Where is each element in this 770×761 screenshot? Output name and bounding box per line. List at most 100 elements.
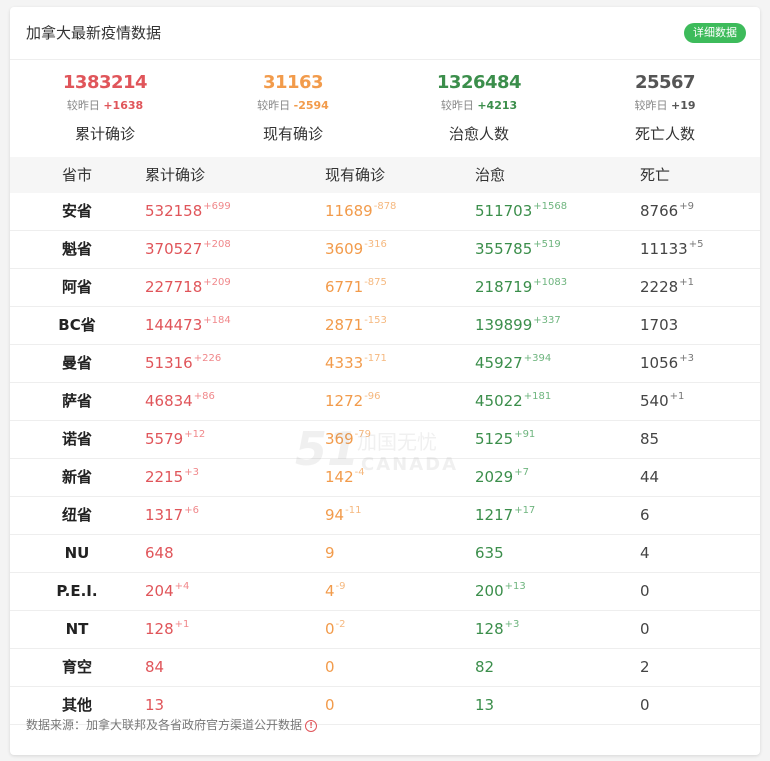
stat-delta-value: -2594 [293, 99, 329, 112]
table-row: 纽省 1317+6 94-11 1217+17 6 [10, 497, 760, 535]
dead-delta: +1 [669, 391, 685, 402]
dead-value: 44 [640, 468, 660, 486]
active-value: 0 [325, 658, 335, 676]
active-cell: 9 [325, 535, 336, 574]
total-delta: +4 [174, 581, 190, 592]
cured-cell: 139899+337 [475, 307, 561, 346]
dead-cell: 4 [640, 535, 651, 574]
cured-value: 82 [475, 658, 495, 676]
province-name: 安省 [61, 202, 92, 220]
cured-cell: 1217+17 [475, 497, 535, 536]
total-value: 370527 [145, 240, 203, 258]
total-cell: 2215+3 [145, 459, 199, 498]
cured-value: 139899 [475, 316, 533, 334]
total-cell: 1317+6 [145, 497, 199, 536]
info-icon[interactable]: ! [305, 719, 318, 732]
cured-delta: +337 [533, 315, 561, 326]
stat-delta-prefix: 较昨日 [440, 99, 474, 112]
total-value: 128 [145, 620, 174, 638]
stat-value: 1383214 [62, 72, 148, 93]
active-value: 94 [325, 506, 345, 524]
active-delta: -153 [364, 315, 387, 326]
table-row: NU 648 9 635 4 [10, 535, 760, 573]
total-value: 648 [145, 544, 174, 562]
dead-delta: +1 [679, 277, 694, 288]
card-header: 加拿大最新疫情数据 详细数据 [10, 7, 760, 60]
cured-delta: +181 [523, 391, 552, 402]
header-total: 累计确诊 [145, 166, 206, 184]
stat-3: 25567 较昨日 +19 死亡人数 [570, 71, 760, 144]
active-cell: 0-2 [325, 611, 346, 650]
total-value: 227718 [145, 278, 203, 296]
active-cell: 94-11 [325, 497, 361, 536]
province-name: 阿省 [61, 278, 92, 296]
cured-delta: +394 [523, 353, 552, 364]
total-delta: +699 [203, 201, 231, 212]
cured-value: 355785 [475, 240, 533, 258]
table-row: 萨省 46834+86 1272-96 45022+181 540+1 [10, 383, 760, 421]
table-row: 安省 532158+699 11689-878 511703+1568 8766+9 [10, 193, 760, 231]
cured-cell: 45927+394 [475, 345, 551, 384]
total-cell: 46834+86 [145, 383, 215, 422]
total-cell: 5579+12 [145, 421, 205, 460]
cured-value: 5125 [475, 430, 514, 448]
dead-cell: 44 [640, 459, 660, 498]
stat-value: 1326484 [436, 72, 522, 93]
total-delta: +12 [184, 429, 206, 440]
stat-delta-prefix: 较昨日 [257, 99, 291, 112]
dead-value: 1703 [640, 316, 679, 334]
dead-value: 85 [640, 430, 660, 448]
cured-value: 635 [475, 544, 504, 562]
cured-cell: 82 [475, 649, 495, 688]
dead-cell: 0 [640, 687, 651, 726]
total-cell: 648 [145, 535, 175, 574]
active-value: 4333 [325, 354, 364, 372]
active-cell: 4333-171 [325, 345, 387, 384]
stat-label: 现有确诊 [262, 125, 323, 143]
active-value: 1272 [325, 392, 364, 410]
active-cell: 0 [325, 687, 336, 726]
total-value: 84 [145, 658, 165, 676]
cured-cell: 128+3 [475, 611, 519, 650]
total-cell: 84 [145, 649, 165, 688]
cured-cell: 200+13 [475, 573, 526, 612]
table-row: P.E.I. 204+4 4-9 200+13 0 [10, 573, 760, 611]
dead-value: 6 [640, 506, 650, 524]
province-name: 诺省 [61, 430, 92, 448]
province-name: NT [65, 620, 89, 638]
total-delta: +226 [193, 353, 222, 364]
table-row: 诺省 5579+12 369-79 5125+91 85 [10, 421, 760, 459]
active-value: 142 [325, 468, 354, 486]
active-value: 9 [325, 544, 335, 562]
cured-cell: 5125+91 [475, 421, 535, 460]
cured-value: 218719 [475, 278, 533, 296]
dead-cell: 2228+1 [640, 269, 694, 308]
cured-value: 511703 [475, 202, 533, 220]
detail-data-button[interactable]: 详细数据 [684, 23, 746, 43]
covid-data-card: 加拿大最新疫情数据 详细数据 1383214 较昨日 +1638 累计确诊 31163… [10, 7, 760, 755]
province-name: P.E.I. [56, 582, 98, 600]
stat-delta: 较昨日 +1638 [10, 97, 200, 115]
cured-cell: 45022+181 [475, 383, 551, 422]
cured-value: 45022 [475, 392, 523, 410]
dead-value: 540 [640, 392, 669, 410]
data-source-note: 数据来源：加拿大联邦及各省政府官方渠道公开数据! [26, 716, 318, 733]
table-header: 省市 累计确诊 现有确诊 治愈 死亡 [10, 157, 760, 193]
dead-delta: +9 [679, 201, 694, 212]
active-delta: -875 [364, 277, 387, 288]
active-value: 6771 [325, 278, 364, 296]
dead-cell: 1056+3 [640, 345, 694, 384]
total-cell: 370527+208 [145, 231, 231, 270]
stat-delta-value: +19 [670, 99, 696, 112]
dead-cell: 540+1 [640, 383, 684, 422]
table-row: 育空 84 0 82 2 [10, 649, 760, 687]
stat-delta: 较昨日 -2594 [198, 97, 388, 115]
active-delta: -4 [354, 467, 365, 478]
stat-value: 25567 [634, 72, 696, 93]
province-name: BC省 [58, 316, 96, 334]
total-cell: 227718+209 [145, 269, 231, 308]
table-row: BC省 144473+184 2871-153 139899+337 1703 [10, 307, 760, 345]
active-delta: -171 [364, 353, 387, 364]
table-row: 阿省 227718+209 6771-875 218719+1083 2228+1 [10, 269, 760, 307]
active-delta: -316 [364, 239, 387, 250]
